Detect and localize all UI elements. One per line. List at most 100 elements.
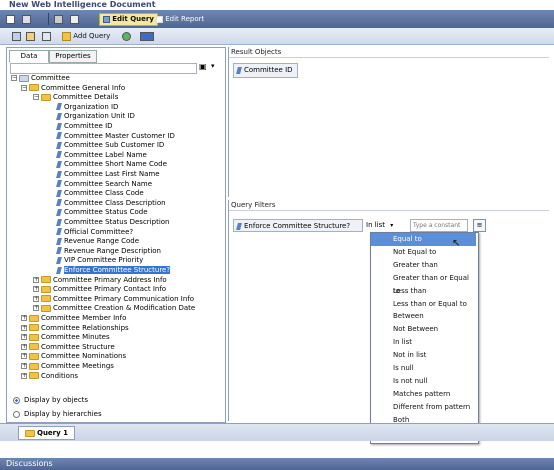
query-filters-header: Query Filters [229, 200, 549, 211]
dimension-icon [236, 222, 242, 230]
operator-option[interactable]: Is null [371, 362, 476, 375]
tree-node[interactable]: Organization Unit ID [56, 112, 135, 121]
tree-node[interactable]: + Committee Primary Communication Info [33, 295, 194, 304]
operator-option[interactable]: Matches pattern [371, 388, 476, 401]
export-icon[interactable] [70, 13, 79, 25]
constant-input[interactable] [410, 219, 468, 232]
document-icon[interactable] [6, 13, 15, 25]
tree-node[interactable]: Committee Master Customer ID [56, 132, 175, 141]
tree-node[interactable]: Revenue Range Code [56, 237, 139, 246]
discussions-bar[interactable]: Discussions [0, 458, 554, 470]
display-by-hierarchies-label: Display by hierarchies [24, 410, 102, 418]
expand-icon[interactable]: + [21, 324, 27, 331]
tree-node[interactable]: − Committee Details [33, 93, 118, 102]
tree-node[interactable]: Committee ID [56, 122, 113, 131]
tree-node[interactable]: Committee Short Name Code [56, 160, 167, 169]
expand-icon[interactable]: + [21, 353, 27, 360]
display-by-objects-option[interactable]: Display by objects [13, 394, 88, 406]
tree-node[interactable]: Committee Status Code [56, 208, 148, 217]
tree-node[interactable]: VIP Committee Priority [56, 256, 144, 265]
tree-node[interactable]: + Conditions [21, 372, 78, 381]
expand-icon[interactable]: + [21, 363, 27, 369]
expand-icon[interactable]: + [33, 295, 39, 302]
tree-node[interactable]: − Committee General Info [21, 84, 125, 93]
expand-icon[interactable]: + [21, 315, 27, 321]
tree-node[interactable]: Committee Search Name [56, 179, 153, 189]
operator-option[interactable]: Greater than or Equal to [371, 272, 476, 295]
tree-node[interactable]: + Committee Primary Address Info [33, 276, 167, 285]
tree-node-label: Committee [31, 74, 70, 82]
tree-node[interactable]: + Committee Meetings [21, 362, 114, 371]
sql-icon[interactable] [140, 30, 154, 42]
dimension-icon [56, 247, 62, 255]
operator-option[interactable]: Is not null [371, 375, 476, 388]
operator-option[interactable]: Between [371, 310, 476, 323]
tree-node[interactable]: Organization ID [56, 103, 118, 112]
tree-node[interactable]: + Committee Structure [21, 343, 115, 352]
expand-icon[interactable]: + [21, 343, 27, 350]
collapse-icon[interactable]: − [21, 84, 27, 91]
tree-node[interactable]: Committee Label Name [56, 151, 147, 160]
expand-icon[interactable]: + [33, 286, 39, 293]
operator-option[interactable]: Not in list [371, 349, 476, 362]
add-query-button[interactable]: Add Query [62, 30, 110, 42]
edit-query-button[interactable]: Edit Query [99, 13, 158, 26]
tree-node[interactable]: Committee Sub Customer ID [56, 141, 165, 150]
expand-icon[interactable]: + [21, 372, 27, 379]
tree-node[interactable]: + Committee Member Info [21, 314, 126, 323]
edit-report-button[interactable]: Edit Report [156, 13, 204, 25]
operator-option[interactable]: Greater than [371, 259, 476, 272]
tree-node-label: Organization Unit ID [64, 112, 135, 121]
refresh-icon[interactable] [122, 30, 131, 42]
tree-node-label: VIP Committee Priority [64, 256, 144, 265]
tree-node[interactable]: Revenue Range Description [56, 247, 161, 256]
edit-icon[interactable] [26, 30, 35, 42]
tree-node[interactable]: Official Committee? [56, 228, 133, 237]
result-object-chip[interactable]: Committee ID [233, 63, 298, 78]
tree-node-label: Committee Sub Customer ID [64, 141, 165, 150]
operator-option[interactable]: Less than or Equal to [371, 298, 476, 311]
view-structure-icon[interactable] [12, 30, 21, 42]
tree-node-label: Committee Search Name [64, 179, 153, 188]
tree-node-label: Committee Last First Name [64, 170, 160, 178]
operator-option[interactable]: Less than [371, 285, 476, 298]
filter-object[interactable]: Enforce Committee Structure? [233, 219, 363, 232]
tree-node[interactable]: + Committee Creation & Modification Date [33, 304, 195, 313]
tree-node[interactable]: − Committee [11, 74, 70, 83]
grid-icon[interactable] [42, 30, 51, 42]
print-icon[interactable] [54, 13, 63, 25]
display-by-hierarchies-option[interactable]: Display by hierarchies [13, 408, 102, 420]
tab-data[interactable]: Data [9, 50, 49, 63]
dimension-icon [56, 112, 62, 120]
query-tab[interactable]: Query 1 [18, 426, 76, 440]
tree-node[interactable]: Committee Class Description [56, 199, 166, 208]
save-icon[interactable] [22, 13, 31, 25]
collapse-icon[interactable]: − [33, 94, 39, 101]
tree-node-label: Committee Status Description [64, 218, 170, 226]
tree-node-label: Committee Nominations [41, 352, 127, 361]
operator-option[interactable]: In list [371, 336, 476, 349]
add-query-icon [62, 31, 71, 41]
tree-node[interactable]: Committee Last First Name [56, 170, 160, 179]
expand-icon[interactable]: + [33, 305, 39, 312]
dimension-icon [56, 141, 62, 149]
tree-node[interactable]: + Committee Nominations [21, 352, 126, 361]
operator-option[interactable]: Not Between [371, 323, 476, 336]
tree-node[interactable]: + Committee Primary Contact Info [33, 285, 166, 294]
tree-node[interactable]: Committee Class Code [56, 189, 144, 198]
binoculars-icon[interactable]: ▣ [199, 62, 207, 71]
chevron-down-icon[interactable]: ▾ [211, 62, 215, 70]
tree-node[interactable]: Committee Status Description [56, 218, 170, 227]
collapse-icon[interactable]: − [11, 75, 17, 81]
tree-node-label: Committee General Info [41, 83, 126, 92]
expand-icon[interactable]: + [33, 276, 39, 283]
tab-properties[interactable]: Properties [49, 50, 97, 63]
tree-node[interactable]: + Committee Relationships [21, 324, 129, 333]
tree-node[interactable]: Enforce Committee Structure? [56, 266, 171, 275]
search-input[interactable] [10, 63, 197, 74]
value-list-icon[interactable]: ≡ [473, 219, 486, 232]
operator-select[interactable]: In list ▾ [366, 219, 408, 232]
expand-icon[interactable]: + [21, 334, 27, 341]
tree-node[interactable]: + Committee Minutes [21, 333, 110, 342]
operator-option[interactable]: Different from pattern [371, 401, 476, 414]
